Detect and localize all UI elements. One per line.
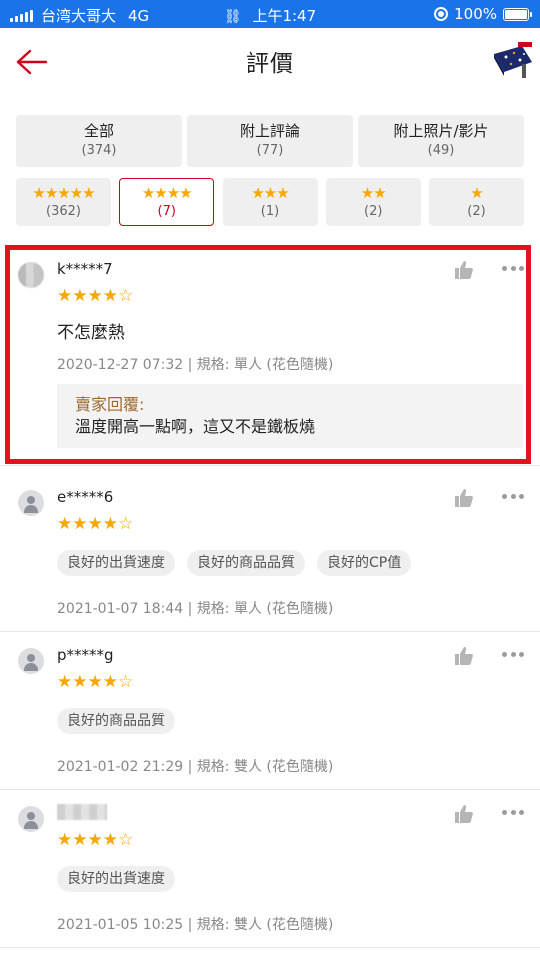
- highlight-box: [5, 245, 531, 464]
- review-username: e*****6: [57, 488, 114, 506]
- battery-tip-icon: [530, 11, 532, 17]
- star-icons: ★★★: [251, 184, 289, 202]
- filter-tab-label: 全部: [83, 122, 114, 140]
- review-tag: 良好的商品品質: [187, 550, 305, 576]
- star-filled-icons: ★★★★: [57, 830, 118, 850]
- star-icons: ★★★★★: [32, 184, 95, 202]
- filter-tab-label: 附上評論: [239, 122, 300, 140]
- review-tag: 良好的商品品質: [57, 708, 175, 734]
- filter-tab-count: (7): [157, 204, 176, 219]
- battery-label: 100%: [454, 5, 497, 23]
- avatar-icon: [18, 806, 44, 832]
- filter-row-stars: ★★★★★ (362) ★★★★ (7) ★★★ (1) ★★ (2) ★ (2…: [16, 178, 524, 226]
- review-tag: 良好的出貨速度: [57, 866, 175, 892]
- review-meta: 2021-01-02 21:29 | 規格: 雙人 (花色隨機): [57, 759, 334, 775]
- review-item: e*****6 ★★★★☆ 良好的出貨速度 良好的商品品質 良好的CP值 202…: [0, 476, 540, 632]
- star-icons: ★: [470, 184, 483, 202]
- review-tag: 良好的CP值: [317, 550, 412, 576]
- filter-tab-5-stars[interactable]: ★★★★★ (362): [16, 178, 111, 226]
- filter-row-main: 全部 (374) 附上評論 (77) 附上照片/影片 (49): [16, 115, 524, 167]
- filter-tab-count: (2): [364, 204, 383, 219]
- star-filled-icons: ★★★★: [57, 514, 118, 534]
- clock-label: 上午1:47: [252, 7, 317, 25]
- filter-tab-count: (362): [46, 204, 81, 219]
- thumbs-up-icon[interactable]: [454, 646, 474, 666]
- filter-tab-count: (77): [256, 143, 284, 158]
- filter-tab-count: (1): [260, 204, 280, 219]
- thumbs-up-icon[interactable]: [454, 488, 474, 508]
- star-empty-icon: ☆: [117, 830, 134, 850]
- review-item: ★★★★☆ 良好的出貨速度 2021-01-05 10:25 | 規格: 雙人 …: [0, 792, 540, 948]
- more-options-icon[interactable]: [502, 494, 524, 500]
- thumbs-up-icon[interactable]: [454, 804, 474, 824]
- status-right: 100%: [434, 5, 532, 23]
- review-meta: 2021-01-05 10:25 | 規格: 雙人 (花色隨機): [57, 917, 334, 933]
- filter-tab-1-star[interactable]: ★ (2): [429, 178, 524, 226]
- orientation-lock-icon: [434, 7, 449, 21]
- review-tags: 良好的出貨速度: [57, 866, 187, 892]
- filter-tab-count: (374): [81, 143, 117, 158]
- battery-icon: [503, 7, 529, 21]
- product-thumbnail[interactable]: [492, 40, 534, 82]
- filter-tab-with-media[interactable]: 附上照片/影片 (49): [358, 115, 524, 167]
- star-empty-icon: ☆: [117, 672, 134, 692]
- filter-tab-with-comment[interactable]: 附上評論 (77): [187, 115, 353, 167]
- review-item: p*****g ★★★★☆ 良好的商品品質 2021-01-02 21:29 |…: [0, 634, 540, 790]
- review-username: p*****g: [57, 646, 114, 664]
- review-username-blurred: [57, 804, 107, 820]
- review-rating: ★★★★☆: [57, 830, 133, 850]
- star-icons: ★★: [360, 184, 387, 202]
- avatar-icon: [18, 490, 44, 516]
- filter-tab-all[interactable]: 全部 (374): [16, 115, 182, 167]
- filter-tab-count: (2): [467, 204, 486, 219]
- star-empty-icon: ☆: [117, 514, 134, 534]
- filter-tab-label: 附上照片/影片: [393, 122, 489, 140]
- review-tags: 良好的出貨速度 良好的商品品質 良好的CP值: [57, 550, 423, 576]
- filter-tab-4-stars[interactable]: ★★★★ (7): [119, 178, 215, 226]
- filter-tab-3-stars[interactable]: ★★★ (1): [222, 178, 318, 226]
- filter-tab-2-stars[interactable]: ★★ (2): [325, 178, 421, 226]
- link-icon: ⛓: [223, 9, 242, 25]
- star-icons: ★★★★: [141, 184, 193, 202]
- more-options-icon[interactable]: [502, 652, 524, 658]
- page-title: 評價: [246, 51, 294, 77]
- page-header: 評價: [0, 28, 540, 96]
- review-meta: 2021-01-07 18:44 | 規格: 單人 (花色隨機): [57, 601, 334, 617]
- filter-tab-count: (49): [427, 143, 455, 158]
- review-tags: 良好的商品品質: [57, 708, 187, 734]
- avatar-icon: [18, 648, 44, 674]
- review-rating: ★★★★☆: [57, 514, 133, 534]
- review-tag: 良好的出貨速度: [57, 550, 175, 576]
- more-options-icon[interactable]: [502, 810, 524, 816]
- star-filled-icons: ★★★★: [57, 672, 118, 692]
- review-rating: ★★★★☆: [57, 672, 133, 692]
- status-bar: 台湾大哥大 4G ⛓ 上午1:47 100%: [0, 0, 540, 28]
